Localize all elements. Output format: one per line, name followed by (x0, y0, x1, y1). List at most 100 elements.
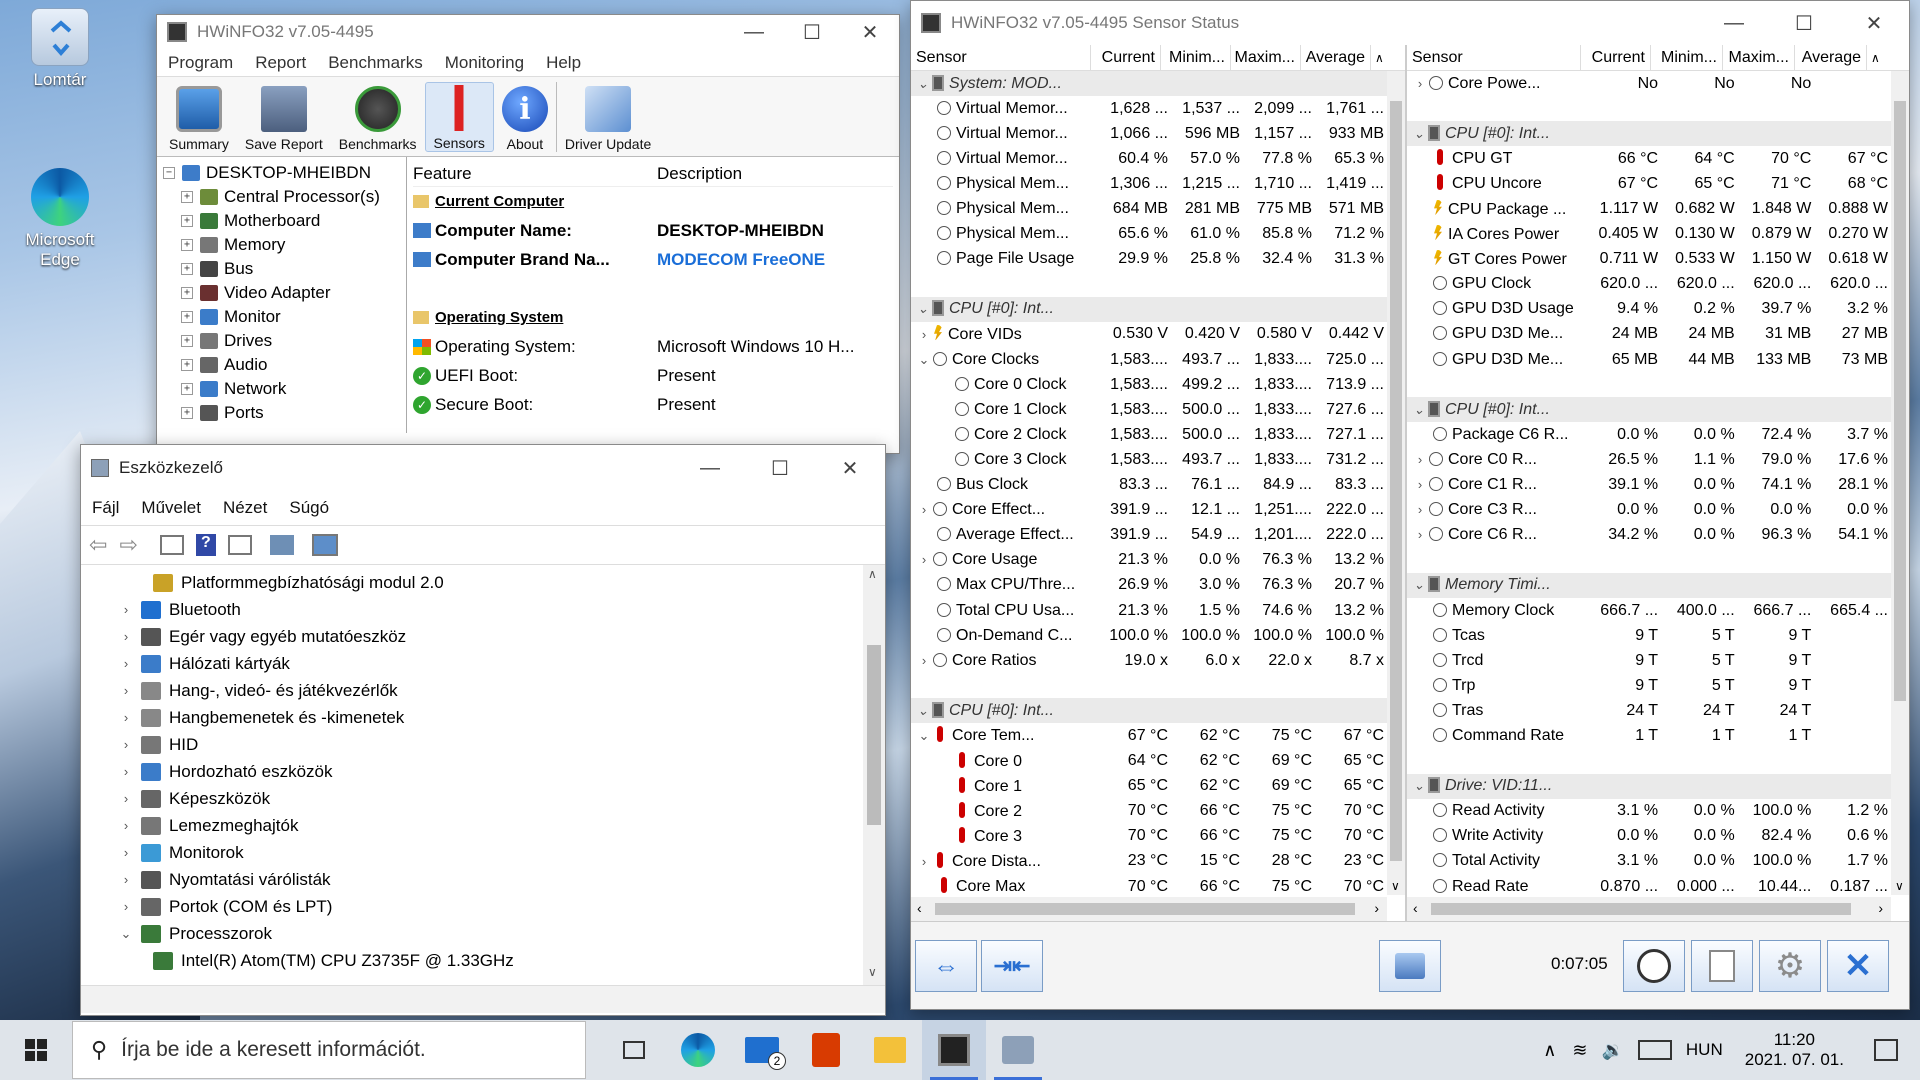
sensor-row[interactable]: ⌄ Core Tem... 67 °C 62 °C 75 °C 67 °C (911, 723, 1387, 748)
logging-button[interactable] (1691, 940, 1753, 992)
sensor-row[interactable]: › Core Dista... 23 °C 15 °C 28 °C 23 °C (911, 849, 1387, 874)
chevron-right-icon[interactable]: › (111, 764, 141, 779)
chevron-right-icon[interactable]: › (111, 872, 141, 887)
close-sensors-button[interactable]: ✕ (1827, 940, 1889, 992)
feature-column-header[interactable]: Feature (413, 164, 657, 184)
chevron-right-icon[interactable]: › (915, 552, 933, 567)
device-category[interactable]: › Hordozható eszközök (111, 758, 863, 785)
chevron-right-icon[interactable]: › (111, 602, 141, 617)
scroll-left-icon[interactable]: ‹ (917, 900, 922, 916)
sensor-row[interactable]: Package C6 R... 0.0 % 0.0 % 72.4 % 3.7 % (1407, 422, 1891, 447)
sensor-row[interactable]: Page File Usage 29.9 % 25.8 % 32.4 % 31.3 % (911, 247, 1387, 272)
tree-item[interactable]: + Drives (163, 329, 400, 353)
minimize-button[interactable]: — (725, 15, 783, 49)
tree-item[interactable]: + Bus (163, 257, 400, 281)
chevron-up-icon[interactable]: ∧ (1543, 1040, 1556, 1061)
device-category[interactable]: › Lemezmeghajtók (111, 812, 863, 839)
chevron-down-icon[interactable]: ⌄ (915, 728, 933, 744)
sensor-status-titlebar[interactable]: HWiNFO32 v7.05-4495 Sensor Status — ☐ ✕ (911, 1, 1909, 45)
sensor-group-row[interactable]: ⌄ Drive: VID:11... (1407, 773, 1891, 799)
start-button[interactable] (0, 1020, 72, 1080)
vertical-scrollbar-left[interactable]: ∨ (1387, 71, 1405, 895)
collapse-columns-button[interactable]: ⇥⇤ (981, 940, 1043, 992)
close-button[interactable]: ✕ (815, 451, 885, 485)
sensor-row[interactable]: Command Rate 1 T 1 T 1 T (1407, 723, 1891, 748)
scroll-up-icon[interactable]: ∧ (1371, 51, 1384, 65)
device-category[interactable]: › Monitorok (111, 839, 863, 866)
sensor-row[interactable]: Memory Clock 666.7 ... 400.0 ... 666.7 ... 6… (1407, 598, 1891, 623)
chevron-down-icon[interactable]: ⌄ (111, 926, 141, 942)
col-average[interactable]: Average (1301, 45, 1371, 70)
chevron-down-icon[interactable]: ⌄ (1410, 402, 1428, 418)
language-indicator[interactable]: HUN (1686, 1040, 1723, 1060)
properties-icon[interactable] (159, 535, 184, 555)
back-arrow-icon[interactable]: ⇦ (89, 532, 107, 558)
chevron-right-icon[interactable]: › (1411, 502, 1429, 517)
chevron-right-icon[interactable]: › (111, 818, 141, 833)
expand-icon[interactable]: + (181, 239, 193, 251)
tree-item[interactable]: + Ports (163, 401, 400, 425)
sensor-row[interactable]: ⌄ Core Clocks 1,583.... 493.7 ... 1,833.... 7… (911, 347, 1387, 372)
chevron-right-icon[interactable]: › (111, 845, 141, 860)
menu-view[interactable]: Nézet (212, 498, 278, 518)
maximize-button[interactable]: ☐ (745, 451, 815, 485)
sensor-row[interactable]: Physical Mem... 1,306 ... 1,215 ... 1,710 .… (911, 171, 1387, 196)
benchmarks-button[interactable]: Benchmarks (331, 82, 425, 152)
expand-icon[interactable]: + (181, 287, 193, 299)
scroll-down-icon[interactable]: ∨ (1895, 879, 1904, 893)
device-category[interactable]: › HID (111, 731, 863, 758)
reset-timer-button[interactable] (1623, 940, 1685, 992)
scrollbar-thumb[interactable] (1390, 101, 1402, 861)
chevron-down-icon[interactable]: ⌄ (1410, 778, 1428, 794)
brand-link[interactable]: MODECOM FreeONE (657, 250, 825, 270)
device-category[interactable]: › Hang-, videó- és játékvezérlők (111, 677, 863, 704)
wifi-icon[interactable]: ≋ (1572, 1040, 1587, 1061)
chevron-down-icon[interactable]: ⌄ (914, 301, 932, 317)
sensor-row[interactable]: Virtual Memor... 1,628 ... 1,537 ... 2,099 … (911, 96, 1387, 121)
tree-item[interactable]: + Audio (163, 353, 400, 377)
sensor-group-row[interactable]: ⌄ CPU [#0]: Int... (1407, 121, 1891, 147)
remote-monitor-button[interactable] (1379, 940, 1441, 992)
brand-row[interactable]: Computer Brand Na... MODECOM FreeONE (413, 245, 893, 274)
sensor-row[interactable]: › Core Ratios 19.0 x 6.0 x 22.0 x 8.7 x (911, 648, 1387, 673)
tree-item[interactable]: + Network (163, 377, 400, 401)
col-minimum[interactable]: Minim... (1651, 45, 1723, 70)
chevron-right-icon[interactable]: › (1411, 452, 1429, 467)
sensor-row[interactable]: IA Cores Power 0.405 W 0.130 W 0.879 W 0.270… (1407, 222, 1891, 247)
col-sensor[interactable]: Sensor (911, 45, 1091, 70)
sensor-row[interactable]: Core 3 70 °C 66 °C 75 °C 70 °C (911, 824, 1387, 849)
update-driver-icon[interactable] (269, 535, 294, 555)
device-category[interactable]: ⌄ Processzorok (111, 920, 863, 947)
help-icon[interactable]: ? (195, 534, 216, 556)
hwinfo-titlebar[interactable]: HWiNFO32 v7.05-4495 — ☐ ✕ (157, 15, 899, 49)
menu-program[interactable]: Program (157, 53, 244, 73)
tree-item[interactable]: + Motherboard (163, 209, 400, 233)
col-average[interactable]: Average (1795, 45, 1867, 70)
sensor-row[interactable]: › Core C0 R... 26.5 % 1.1 % 79.0 % 17.6 % (1407, 447, 1891, 472)
sensor-row[interactable]: On-Demand C... 100.0 % 100.0 % 100.0 % 100.0… (911, 623, 1387, 648)
sensor-row[interactable]: › Core C3 R... 0.0 % 0.0 % 0.0 % 0.0 % (1407, 498, 1891, 523)
driver-update-button[interactable]: Driver Update (555, 82, 659, 152)
sensor-row[interactable]: › Core Powe... No No No (1407, 71, 1891, 96)
scrollbar-thumb[interactable] (935, 903, 1355, 915)
forward-arrow-icon[interactable]: ⇨ (119, 532, 137, 558)
chevron-right-icon[interactable]: › (1411, 76, 1429, 91)
os-row[interactable]: Operating System: Microsoft Windows 10 H… (413, 332, 893, 361)
view-icon[interactable] (227, 535, 252, 555)
chevron-down-icon[interactable]: ⌄ (1410, 577, 1428, 593)
keyboard-icon[interactable] (1637, 1040, 1672, 1060)
secure-boot-row[interactable]: ✓ Secure Boot: Present (413, 390, 893, 419)
chevron-right-icon[interactable]: › (111, 629, 141, 644)
taskbar-hwinfo[interactable] (922, 1020, 986, 1080)
device-category[interactable]: › Nyomtatási várólisták (111, 866, 863, 893)
tree-item[interactable]: + Video Adapter (163, 281, 400, 305)
about-button[interactable]: i About (494, 82, 556, 152)
expand-icon[interactable]: + (181, 191, 193, 203)
volume-icon[interactable]: 🔉 (1601, 1040, 1623, 1061)
sensor-row[interactable]: › Core Usage 21.3 % 0.0 % 76.3 % 13.2 % (911, 548, 1387, 573)
scroll-left-icon[interactable]: ‹ (1413, 900, 1418, 916)
sensor-row[interactable]: GT Cores Power 0.711 W 0.533 W 1.150 W 0.618… (1407, 247, 1891, 272)
uefi-row[interactable]: ✓ UEFI Boot: Present (413, 361, 893, 390)
device-category[interactable]: › Hálózati kártyák (111, 650, 863, 677)
sensor-row[interactable]: › Core C6 R... 34.2 % 0.0 % 96.3 % 54.1 % (1407, 523, 1891, 548)
